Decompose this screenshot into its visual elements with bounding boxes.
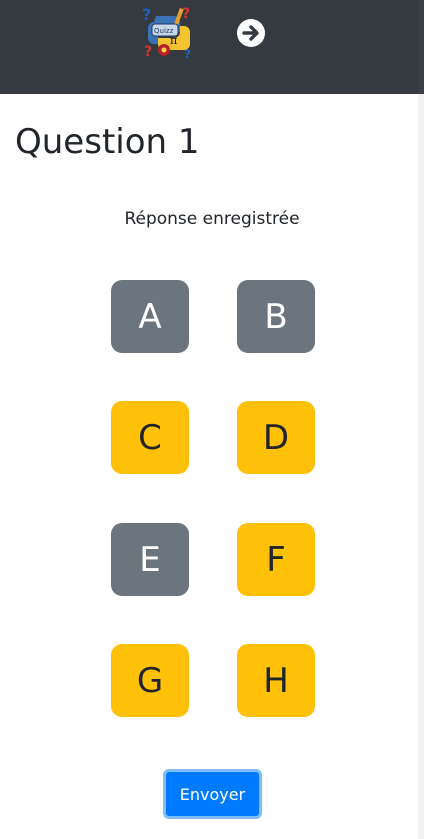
svg-text:π: π — [170, 34, 177, 47]
option-b-button[interactable]: B — [237, 280, 315, 353]
page: ? ? ? ? Quizz π Question 1 Réponse enreg… — [0, 0, 424, 839]
option-a-button[interactable]: A — [111, 280, 189, 353]
quiz-logo-icon[interactable]: ? ? ? ? Quizz π — [142, 4, 196, 62]
option-g-button[interactable]: G — [111, 644, 189, 717]
option-f-button[interactable]: F — [237, 523, 315, 596]
navbar: ? ? ? ? Quizz π — [0, 0, 424, 94]
option-h-button[interactable]: H — [237, 644, 315, 717]
svg-text:?: ? — [144, 44, 152, 60]
option-d-button[interactable]: D — [237, 401, 315, 474]
option-c-button[interactable]: C — [111, 401, 189, 474]
option-e-button[interactable]: E — [111, 523, 189, 596]
svg-text:?: ? — [182, 6, 190, 22]
submit-button[interactable]: Envoyer — [163, 769, 262, 819]
answer-status: Réponse enregistrée — [124, 209, 300, 229]
scrollbar-thumb[interactable] — [418, 0, 424, 94]
scrollbar-track[interactable] — [418, 0, 424, 839]
svg-text:?: ? — [142, 5, 151, 24]
arrow-right-circle-icon[interactable] — [236, 18, 266, 48]
question-title: Question 1 — [15, 122, 200, 162]
